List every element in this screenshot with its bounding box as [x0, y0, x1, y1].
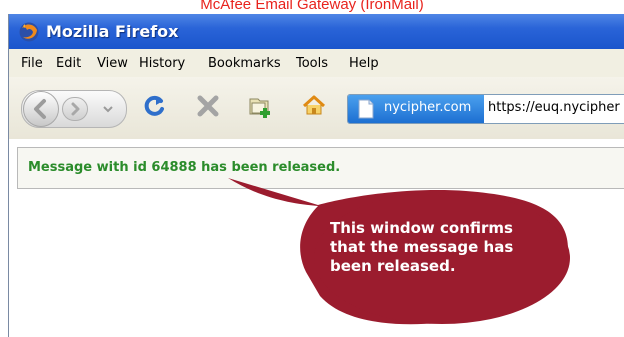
callout-line-1: This window confirms [330, 219, 513, 237]
callout-line-3: been released. [330, 257, 456, 275]
callout-line-2: that the message has [330, 238, 514, 256]
callout-text: This window confirms that the message ha… [330, 219, 530, 276]
callout-bubble [228, 178, 570, 325]
